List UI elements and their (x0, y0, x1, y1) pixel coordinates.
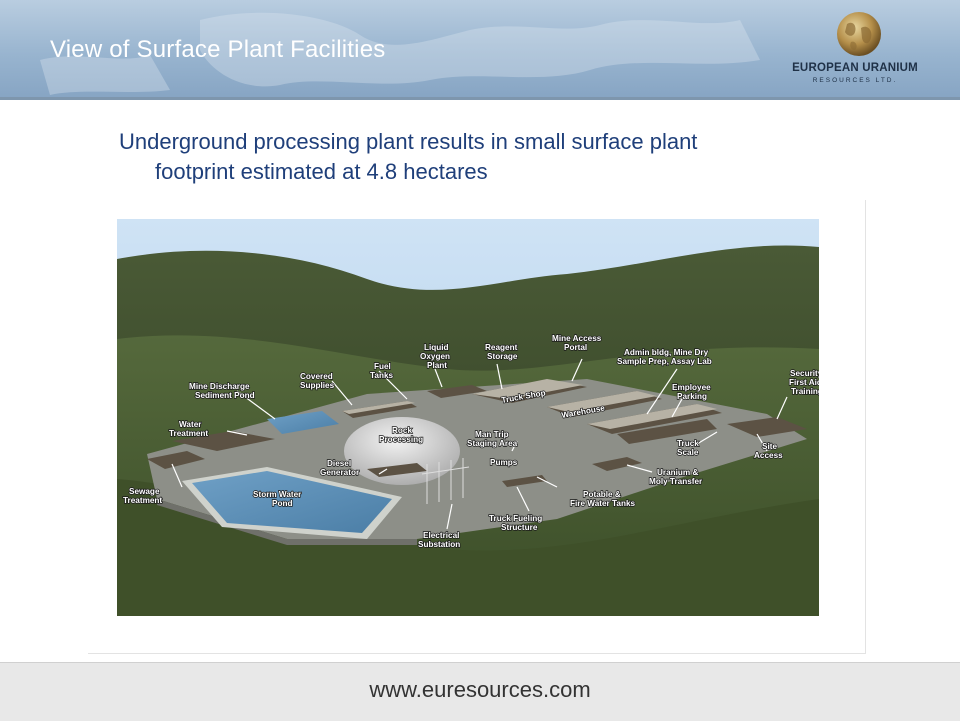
label-fuel-tanks-1: Fuel (374, 362, 391, 371)
logo-name: EUROPEAN URANIUM (792, 62, 918, 74)
label-truck-scale-2: Scale (677, 448, 699, 457)
logo-subtitle: RESOURCES LTD. (812, 77, 898, 84)
label-rock-processing-2: Processing (379, 435, 423, 444)
surface-plant-rendering: Mine Discharge Sediment Pond Covered Sup… (117, 219, 819, 616)
label-reagent-storage-2: Storage (487, 352, 518, 361)
label-sewage-treatment-2: Treatment (123, 496, 162, 505)
label-mine-discharge-2: Sediment Pond (195, 391, 255, 400)
label-liquid-oxygen-3: Plant (427, 361, 447, 370)
label-covered-supplies-2: Supplies (300, 381, 335, 390)
label-storm-water-1: Storm Water (253, 490, 302, 499)
label-water-treatment-1: Water (179, 420, 202, 429)
header-banner: View of Surface Plant Facilities EUROPEA… (0, 0, 960, 100)
label-covered-supplies-1: Covered (300, 372, 333, 381)
label-truck-fueling-2: Structure (501, 523, 538, 532)
label-diesel-generator-1: Diesel (327, 459, 351, 468)
label-diesel-generator-2: Generator (320, 468, 360, 477)
bullet-text: Underground processing plant results in … (119, 127, 839, 187)
label-mine-access-1: Mine Access (552, 334, 602, 343)
label-liquid-oxygen-1: Liquid (424, 343, 449, 352)
label-sewage-treatment-1: Sewage (129, 487, 160, 496)
label-potable-fire-2: Fire Water Tanks (570, 499, 636, 508)
label-pumps: Pumps (490, 458, 518, 467)
label-employee-parking-1: Employee (672, 383, 711, 392)
company-logo: EUROPEAN URANIUM RESOURCES LTD. (785, 6, 925, 88)
label-site-access-2: Access (754, 451, 783, 460)
bullet-line-1: Underground processing plant results in … (119, 129, 698, 154)
label-man-trip-1: Man Trip (475, 430, 509, 439)
label-storm-water-2: Pond (272, 499, 292, 508)
label-security-3: Training (791, 387, 819, 396)
label-employee-parking-2: Parking (677, 392, 707, 401)
header-divider (0, 97, 960, 100)
label-security-1: Security (790, 369, 819, 378)
globe-icon (837, 12, 881, 56)
slide-title: View of Surface Plant Facilities (50, 36, 386, 63)
label-truck-scale-1: Truck (677, 439, 699, 448)
label-admin-bldg-1: Admin bldg, Mine Dry (624, 348, 709, 357)
label-fuel-tanks-2: Tanks (370, 371, 394, 380)
label-water-treatment-2: Treatment (169, 429, 208, 438)
label-uranium-moly-1: Uranium & (657, 468, 698, 477)
label-truck-fueling-1: Truck Fueling (489, 514, 542, 523)
label-mine-access-2: Portal (564, 343, 587, 352)
label-reagent-storage-1: Reagent (485, 343, 518, 352)
label-admin-bldg-2: Sample Prep, Assay Lab (617, 357, 712, 366)
label-electrical-substation-2: Substation (418, 540, 460, 549)
footer-bar: www.euresources.com (0, 662, 960, 721)
label-rock-processing-1: Rock (392, 426, 412, 435)
label-man-trip-2: Staging Area (467, 439, 518, 448)
label-uranium-moly-2: Moly Transfer (649, 477, 703, 486)
label-site-access-1: Site (762, 442, 777, 451)
website-url[interactable]: www.euresources.com (0, 677, 960, 703)
label-liquid-oxygen-2: Oxygen (420, 352, 450, 361)
label-electrical-substation-1: Electrical (423, 531, 459, 540)
label-mine-discharge-1: Mine Discharge (189, 382, 250, 391)
label-security-2: First Aid (789, 378, 819, 387)
label-potable-fire-1: Potable & (583, 490, 621, 499)
bullet-line-2: footprint estimated at 4.8 hectares (155, 159, 488, 184)
